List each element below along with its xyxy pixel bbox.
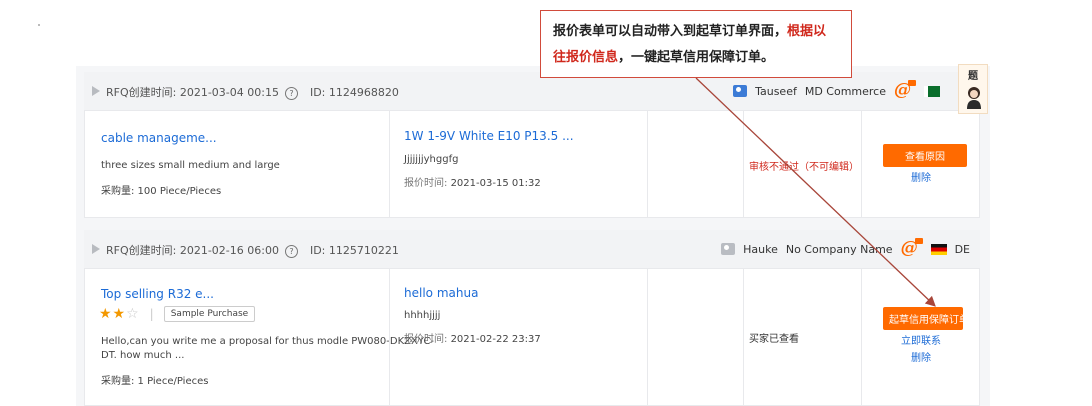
status-column: 买家已查看 <box>743 269 862 405</box>
rfq-created-time: RFQ创建时间: 2021-02-16 06:00 <box>106 244 279 257</box>
status-column: 审核不通过（不可编辑） <box>743 111 862 217</box>
empty-column <box>647 269 744 405</box>
purchase-quantity: 采购量: 100 Piece/Pieces <box>101 186 222 197</box>
status-text: 审核不通过（不可编辑） <box>749 162 859 173</box>
product-description: three sizes small medium and large <box>101 160 280 171</box>
quote-column: 1W 1-9V White E10 P13.5 ... Jjjjjjjyhggf… <box>389 111 648 217</box>
status-text: 买家已查看 <box>749 334 799 345</box>
product-title-link[interactable]: Top selling R32 e... <box>101 287 214 301</box>
country-flag-icon <box>924 85 940 97</box>
callout-text: 报价表单可以自动带入到起草订单界面， <box>553 24 788 39</box>
buyer-info: Tauseef MD Commerce @ <box>733 80 940 100</box>
collapse-triangle-icon[interactable] <box>92 244 100 254</box>
rfq-header: RFQ创建时间: 2021-02-16 06:00? ID: 1125710221… <box>84 230 980 268</box>
help-icon[interactable]: ? <box>284 87 298 100</box>
ecredit-icon: @ <box>894 80 916 100</box>
action-column: 起草信用保障订单 立即联系 删除 <box>861 269 980 405</box>
buyer-info: Hauke No Company Name @ DE <box>721 238 970 258</box>
product-description-line: Hello,can you write me a proposal for th… <box>101 336 434 347</box>
help-icon[interactable]: ? <box>284 245 298 258</box>
quote-column: hello mahua hhhhjjjj 报价时间: 2021-02-22 23… <box>389 269 648 405</box>
divider: | <box>149 307 154 321</box>
rfq-meta: RFQ创建时间: 2021-02-16 06:00? ID: 1125710221 <box>106 242 399 258</box>
delete-link[interactable]: 删除 <box>862 349 980 364</box>
rfq-row: cable manageme... three sizes small medi… <box>84 110 980 218</box>
quote-description: hhhhjjjj <box>404 310 441 321</box>
product-column: Top selling R32 e... ★★☆ | Sample Purcha… <box>85 269 434 405</box>
draft-trade-assurance-order-button[interactable]: 起草信用保障订单 <box>883 307 969 330</box>
buyer-country: DE <box>954 242 970 256</box>
product-title-link[interactable]: cable manageme... <box>101 131 217 145</box>
annotation-callout: 报价表单可以自动带入到起草订单界面，根据以往报价信息，一键起草信用保障订单。 <box>540 10 852 78</box>
empty-column <box>647 111 744 217</box>
buyer-name[interactable]: Hauke <box>743 243 778 256</box>
quote-time: 报价时间: 2021-03-15 01:32 <box>404 178 541 189</box>
product-description-line: DT. how much ... <box>101 350 185 361</box>
quote-title-link[interactable]: 1W 1-9V White E10 P13.5 ... <box>404 129 574 143</box>
buyer-company: MD Commerce <box>804 84 886 98</box>
rating-row: ★★☆ | Sample Purchase <box>99 306 256 322</box>
quote-title-link[interactable]: hello mahua <box>404 286 478 300</box>
rfq-id: ID: 1124968820 <box>309 86 399 99</box>
delete-link[interactable]: 删除 <box>862 169 980 184</box>
widget-label: 题 <box>968 71 978 82</box>
rfq-created-time: RFQ创建时间: 2021-03-04 00:15 <box>106 86 279 99</box>
ecredit-icon: @ <box>901 238 923 258</box>
action-column: 查看原因 删除 <box>861 111 980 217</box>
callout-text-end: ，一键起草信用保障订单。 <box>618 50 775 65</box>
rfq-row: Top selling R32 e... ★★☆ | Sample Purcha… <box>84 268 980 406</box>
rating-stars-icon: ★★☆ <box>99 306 140 322</box>
product-column: cable manageme... three sizes small medi… <box>85 111 389 217</box>
collapse-triangle-icon[interactable] <box>92 86 100 96</box>
decorative-dot <box>38 24 40 26</box>
contact-now-link[interactable]: 立即联系 <box>862 332 980 347</box>
help-widget[interactable]: 题 <box>958 64 988 114</box>
buyer-company: No Company Name <box>785 242 893 256</box>
agent-avatar-icon <box>967 87 981 109</box>
rfq-id: ID: 1125710221 <box>309 244 399 257</box>
quote-description: Jjjjjjjyhggfg <box>404 154 459 165</box>
buyer-name[interactable]: Tauseef <box>755 85 797 98</box>
germany-flag-icon <box>930 243 947 255</box>
rfq-meta: RFQ创建时间: 2021-03-04 00:15? ID: 1124968820 <box>106 84 399 100</box>
view-reason-button[interactable]: 查看原因 <box>883 144 967 167</box>
sample-purchase-tag: Sample Purchase <box>163 306 256 322</box>
buyer-card-icon <box>733 85 748 97</box>
buyer-card-icon <box>721 243 736 255</box>
quote-time: 报价时间: 2021-02-22 23:37 <box>404 334 541 345</box>
purchase-quantity: 采购量: 1 Piece/Pieces <box>101 376 209 387</box>
